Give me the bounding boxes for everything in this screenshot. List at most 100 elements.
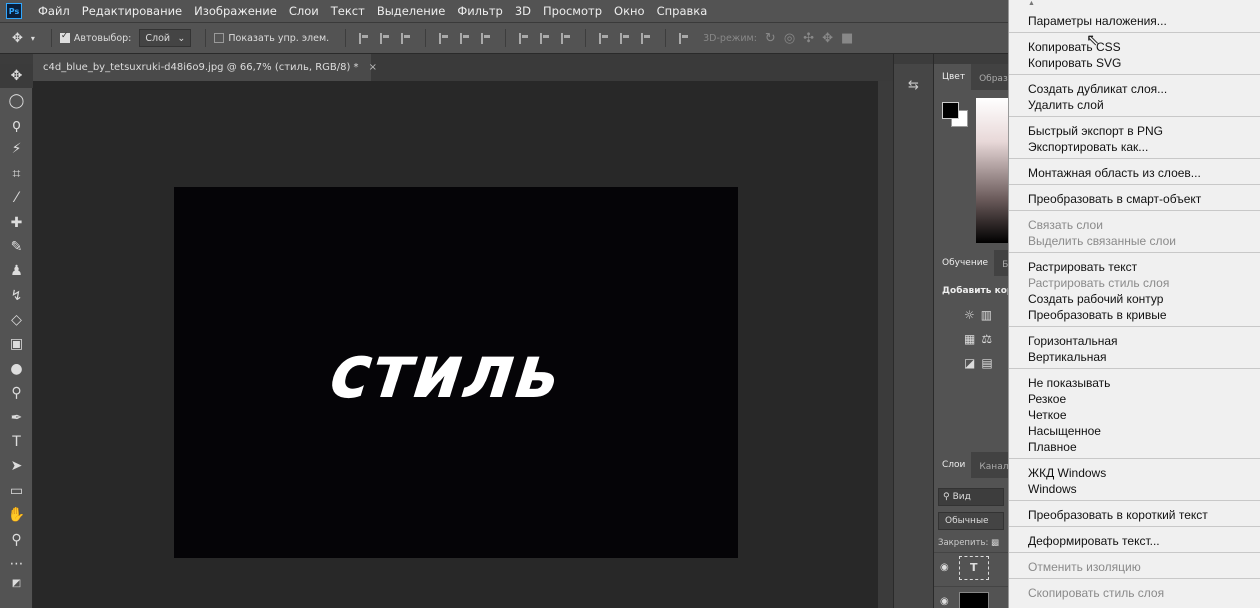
context-menu-item[interactable]: Горизонтальная <box>1028 334 1118 348</box>
move-tool-icon[interactable]: ✥ <box>0 64 33 89</box>
align-vcenter-icon[interactable] <box>380 32 391 44</box>
distribute-vcenter-icon[interactable] <box>540 32 551 44</box>
context-menu-item[interactable]: Создать рабочий контур <box>1028 292 1163 306</box>
context-menu-item[interactable]: Параметры наложения... <box>1028 14 1167 28</box>
context-menu-item[interactable]: Четкое <box>1028 408 1067 422</box>
tab-color[interactable]: Цвет <box>934 64 972 90</box>
context-menu-item[interactable]: Копировать CSS <box>1028 40 1121 54</box>
align-top-icon[interactable] <box>359 32 370 44</box>
menu-item-5[interactable]: Выделение <box>371 4 452 18</box>
distribute-top-icon[interactable] <box>519 32 530 44</box>
document-image[interactable]: стиль <box>174 187 738 558</box>
panel-header[interactable] <box>934 54 1008 64</box>
context-menu-item[interactable]: Плавное <box>1028 440 1077 454</box>
chevron-down-icon[interactable]: ▾ <box>31 34 35 43</box>
context-menu-item[interactable]: Монтажная область из слоев... <box>1028 166 1201 180</box>
context-menu-item[interactable]: Преобразовать в смарт-объект <box>1028 192 1201 206</box>
align-right-icon[interactable] <box>481 32 492 44</box>
3d-camera-icon[interactable]: ■ <box>841 31 853 46</box>
layer-row-text[interactable]: ◉ T <box>934 552 1008 582</box>
3d-orbit-icon[interactable]: ↻ <box>765 31 776 46</box>
adjustment-icons-row-2[interactable]: ▦⚖ <box>964 332 998 346</box>
swap-colors-icon[interactable]: ◩ <box>0 576 33 590</box>
context-menu-item[interactable]: Не показывать <box>1028 376 1110 390</box>
menu-item-2[interactable]: Изображение <box>188 4 283 18</box>
marquee-tool-icon[interactable]: ◯ <box>0 88 33 112</box>
context-menu-item[interactable]: Копировать SVG <box>1028 56 1121 70</box>
close-icon[interactable]: × <box>369 62 377 73</box>
healing-brush-tool-icon[interactable]: ✚ <box>0 210 33 234</box>
align-left-icon[interactable] <box>439 32 450 44</box>
context-menu-item[interactable]: Насыщенное <box>1028 424 1101 438</box>
menu-item-4[interactable]: Текст <box>325 4 371 18</box>
context-menu-item[interactable]: Windows <box>1028 482 1077 496</box>
distribute-left-icon[interactable] <box>599 32 610 44</box>
type-tool-icon[interactable]: T <box>0 430 33 454</box>
menu-item-1[interactable]: Редактирование <box>76 4 188 18</box>
move-tool-icon[interactable]: ✥ <box>12 31 23 46</box>
distribute-hcenter-icon[interactable] <box>620 32 631 44</box>
eyedropper-tool-icon[interactable]: ⁄ <box>0 186 33 210</box>
eye-icon[interactable]: ◉ <box>940 562 949 573</box>
brush-tool-icon[interactable]: ✎ <box>0 235 33 259</box>
crop-tool-icon[interactable]: ⌗ <box>0 162 33 186</box>
align-hcenter-icon[interactable] <box>460 32 471 44</box>
context-menu-item[interactable]: Вертикальная <box>1028 350 1107 364</box>
autoselect-checkbox[interactable] <box>59 31 70 43</box>
menu-item-0[interactable]: Файл <box>32 4 76 18</box>
auto-align-icon[interactable] <box>679 32 690 44</box>
rectangle-tool-icon[interactable]: ▭ <box>0 479 33 503</box>
more-tools-icon[interactable]: ⋯ <box>0 552 33 576</box>
menu-item-7[interactable]: 3D <box>509 4 537 18</box>
show-controls-checkbox[interactable] <box>214 33 225 43</box>
menu-item-6[interactable]: Фильтр <box>451 4 509 18</box>
context-menu-item[interactable]: Экспортировать как... <box>1028 140 1148 154</box>
context-menu-item[interactable]: Быстрый экспорт в PNG <box>1028 124 1163 138</box>
path-selection-tool-icon[interactable]: ➤ <box>0 454 33 478</box>
lasso-tool-icon[interactable]: ϙ <box>0 113 33 137</box>
context-menu-item[interactable]: Создать дубликат слоя... <box>1028 82 1167 96</box>
layer-row-background[interactable]: ◉ <box>934 586 1008 608</box>
3d-roll-icon[interactable]: ◎ <box>784 31 795 46</box>
context-menu-item[interactable]: Растрировать текст <box>1028 260 1137 274</box>
canvas-area[interactable]: стиль <box>33 81 878 608</box>
autoselect-dropdown[interactable]: Слой ⌄ <box>139 29 192 47</box>
eye-icon[interactable]: ◉ <box>940 596 949 607</box>
tab-learn[interactable]: Обучение <box>934 250 995 276</box>
document-tab[interactable]: c4d_blue_by_tetsuxruki-d48i6o9.jpg @ 66,… <box>33 54 377 81</box>
adjustment-icons-row-1[interactable]: ☼▥ <box>964 308 998 322</box>
hand-tool-icon[interactable]: ✋ <box>0 503 33 527</box>
history-brush-tool-icon[interactable]: ↯ <box>0 284 33 308</box>
foreground-color-swatch[interactable] <box>942 102 959 119</box>
history-icon[interactable]: ⇆ <box>894 78 933 93</box>
vertical-scrollbar[interactable] <box>878 81 893 608</box>
context-menu-item[interactable]: Преобразовать в кривые <box>1028 308 1167 322</box>
context-menu-item[interactable]: Деформировать текст... <box>1028 534 1160 548</box>
layer-filter-input[interactable]: ⚲ Вид <box>938 488 1004 506</box>
gradient-tool-icon[interactable]: ▣ <box>0 332 33 356</box>
dock-header[interactable] <box>894 54 933 64</box>
3d-slide-icon[interactable]: ✥ <box>822 31 833 46</box>
3d-pan-icon[interactable]: ✣ <box>803 31 814 46</box>
menu-item-3[interactable]: Слои <box>283 4 325 18</box>
distribute-right-icon[interactable] <box>641 32 652 44</box>
dodge-tool-icon[interactable]: ⚲ <box>0 381 33 405</box>
blur-tool-icon[interactable]: ● <box>0 357 33 381</box>
distribute-bottom-icon[interactable] <box>561 32 572 44</box>
blend-mode-dropdown[interactable]: Обычные <box>938 512 1004 530</box>
context-menu-item[interactable]: ЖКД Windows <box>1028 466 1106 480</box>
menu-item-9[interactable]: Окно <box>608 4 651 18</box>
magic-wand-tool-icon[interactable]: ⚡ <box>0 137 33 161</box>
context-menu-item[interactable]: Удалить слой <box>1028 98 1104 112</box>
clone-stamp-tool-icon[interactable]: ♟ <box>0 259 33 283</box>
context-menu-item[interactable]: Резкое <box>1028 392 1066 406</box>
pen-tool-icon[interactable]: ✒ <box>0 405 33 429</box>
zoom-tool-icon[interactable]: ⚲ <box>0 527 33 551</box>
tab-layers[interactable]: Слои <box>934 452 972 478</box>
eraser-tool-icon[interactable]: ◇ <box>0 308 33 332</box>
menu-item-10[interactable]: Справка <box>651 4 714 18</box>
toolbar-header[interactable] <box>0 54 33 64</box>
menu-item-8[interactable]: Просмотр <box>537 4 608 18</box>
adjustment-icons-row-3[interactable]: ◪▤ <box>964 356 999 370</box>
color-picker-field[interactable] <box>976 98 1009 243</box>
